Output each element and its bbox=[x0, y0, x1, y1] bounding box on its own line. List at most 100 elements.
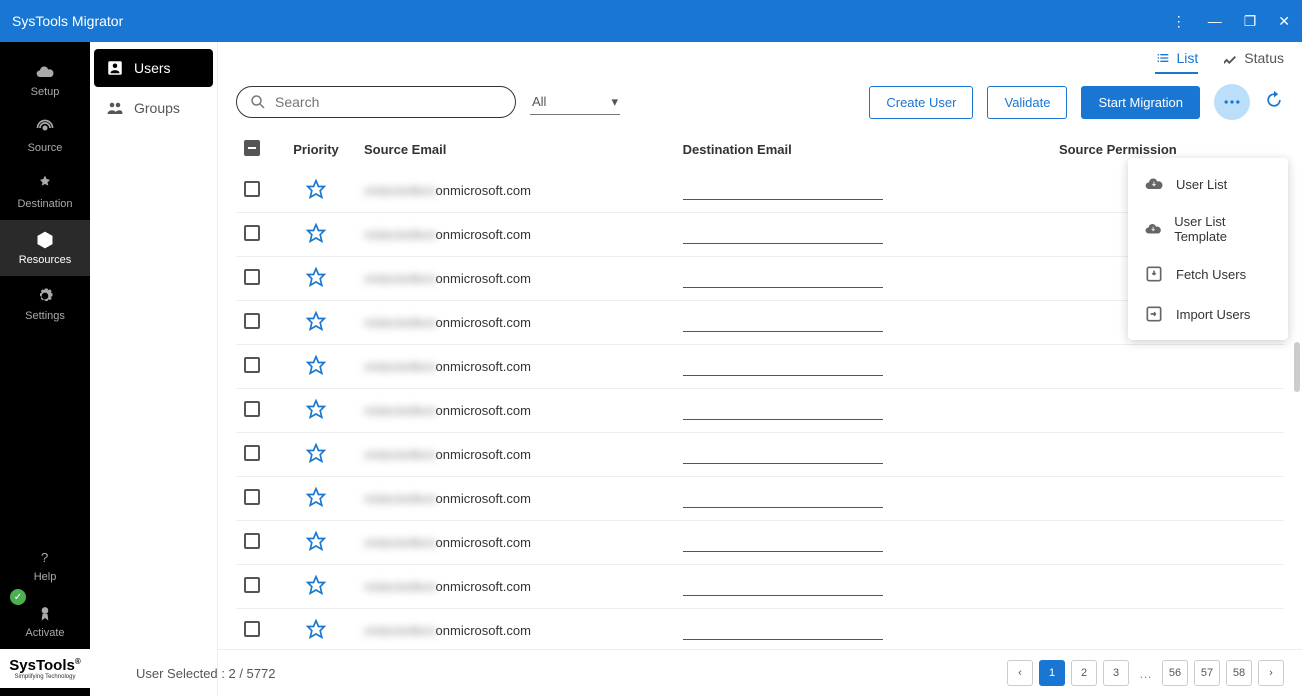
minimize-icon[interactable]: — bbox=[1208, 13, 1222, 29]
destination-input[interactable] bbox=[683, 534, 883, 552]
row-checkbox[interactable] bbox=[244, 225, 260, 241]
destination-input[interactable] bbox=[683, 402, 883, 420]
table-row: redactedtextonmicrosoft.com bbox=[236, 213, 1284, 257]
page-57[interactable]: 57 bbox=[1194, 660, 1220, 686]
sidebar-item-settings[interactable]: Settings bbox=[0, 276, 90, 332]
destination-input[interactable] bbox=[683, 490, 883, 508]
subtab-users[interactable]: Users bbox=[94, 49, 213, 87]
priority-star[interactable] bbox=[306, 407, 326, 422]
sidebar-item-resources[interactable]: Resources bbox=[0, 220, 90, 276]
page-prev[interactable]: ‹ bbox=[1007, 660, 1033, 686]
source-email-cell: redactedtextonmicrosoft.com bbox=[356, 301, 675, 345]
priority-star[interactable] bbox=[306, 451, 326, 466]
priority-star[interactable] bbox=[306, 231, 326, 246]
close-icon[interactable]: ✕ bbox=[1278, 13, 1290, 30]
source-email-cell: redactedtextonmicrosoft.com bbox=[356, 213, 675, 257]
priority-star[interactable] bbox=[306, 187, 326, 202]
source-permission-cell bbox=[1051, 433, 1284, 477]
destination-input[interactable] bbox=[683, 446, 883, 464]
menu-item-fetch-users[interactable]: Fetch Users bbox=[1128, 254, 1288, 294]
user-icon bbox=[106, 59, 124, 77]
row-checkbox[interactable] bbox=[244, 489, 260, 505]
row-checkbox[interactable] bbox=[244, 313, 260, 329]
page-58[interactable]: 58 bbox=[1226, 660, 1252, 686]
priority-star[interactable] bbox=[306, 495, 326, 510]
page-2[interactable]: 2 bbox=[1071, 660, 1097, 686]
search-icon bbox=[249, 93, 267, 111]
destination-input[interactable] bbox=[683, 270, 883, 288]
more-vert-icon[interactable]: ⋮ bbox=[1172, 13, 1186, 30]
row-checkbox[interactable] bbox=[244, 401, 260, 417]
maximize-icon[interactable]: ❐ bbox=[1244, 13, 1257, 30]
cloud-icon bbox=[35, 62, 55, 82]
tab-status[interactable]: Status bbox=[1222, 50, 1284, 74]
priority-star[interactable] bbox=[306, 275, 326, 290]
subtab-label: Groups bbox=[134, 100, 180, 116]
row-checkbox[interactable] bbox=[244, 621, 260, 637]
sidebar-item-help[interactable]: ? Help bbox=[0, 537, 90, 593]
destination-email-cell bbox=[675, 477, 1051, 521]
filter-select[interactable]: All ▾ bbox=[530, 90, 620, 115]
refresh-button[interactable] bbox=[1264, 90, 1284, 115]
subtab-groups[interactable]: Groups bbox=[94, 89, 213, 127]
search-input[interactable] bbox=[275, 94, 503, 110]
row-checkbox[interactable] bbox=[244, 181, 260, 197]
destination-input[interactable] bbox=[683, 578, 883, 596]
group-icon bbox=[106, 99, 124, 117]
destination-email-cell bbox=[675, 565, 1051, 609]
window-controls: ⋮ — ❐ ✕ bbox=[1172, 13, 1290, 30]
box-icon bbox=[35, 230, 55, 250]
row-checkbox[interactable] bbox=[244, 445, 260, 461]
sidebar-item-setup[interactable]: Setup bbox=[0, 52, 90, 108]
source-email-cell: redactedtextonmicrosoft.com bbox=[356, 169, 675, 213]
menu-item-user-list[interactable]: User List bbox=[1128, 164, 1288, 204]
priority-star[interactable] bbox=[306, 363, 326, 378]
row-checkbox[interactable] bbox=[244, 577, 260, 593]
destination-email-cell bbox=[675, 609, 1051, 653]
destination-input[interactable] bbox=[683, 358, 883, 376]
row-checkbox[interactable] bbox=[244, 533, 260, 549]
priority-star[interactable] bbox=[306, 539, 326, 554]
toolbar: All ▾ Create User Validate Start Migrati… bbox=[218, 74, 1302, 130]
row-checkbox[interactable] bbox=[244, 269, 260, 285]
sidebar-label: Destination bbox=[17, 198, 72, 210]
fetch-icon bbox=[1144, 264, 1164, 284]
sidebar-item-source[interactable]: Source bbox=[0, 108, 90, 164]
destination-email-cell bbox=[675, 345, 1051, 389]
menu-item-user-list-template[interactable]: User List Template bbox=[1128, 204, 1288, 254]
table-row: redactedtextonmicrosoft.com bbox=[236, 433, 1284, 477]
sidebar-item-activate[interactable]: ✓ Activate bbox=[0, 593, 90, 649]
page-1[interactable]: 1 bbox=[1039, 660, 1065, 686]
table-row: redactedtextonmicrosoft.com bbox=[236, 389, 1284, 433]
tab-list[interactable]: List bbox=[1155, 50, 1199, 74]
destination-input[interactable] bbox=[683, 314, 883, 332]
select-all-checkbox[interactable] bbox=[244, 140, 260, 156]
validate-button[interactable]: Validate bbox=[987, 86, 1067, 119]
priority-star[interactable] bbox=[306, 319, 326, 334]
start-migration-button[interactable]: Start Migration bbox=[1081, 86, 1200, 119]
selection-status: User Selected : 2 / 5772 bbox=[136, 666, 275, 681]
priority-star[interactable] bbox=[306, 583, 326, 598]
table-row: redactedtextonmicrosoft.com bbox=[236, 609, 1284, 653]
badge-icon bbox=[35, 603, 55, 623]
table-row: redactedtextonmicrosoft.com bbox=[236, 345, 1284, 389]
destination-input[interactable] bbox=[683, 182, 883, 200]
sidebar-main: Setup Source Destination Resources Setti… bbox=[0, 42, 90, 696]
page-next[interactable]: › bbox=[1258, 660, 1284, 686]
list-icon bbox=[1155, 50, 1171, 66]
priority-star[interactable] bbox=[306, 627, 326, 642]
more-actions-button[interactable] bbox=[1214, 84, 1250, 120]
svg-text:?: ? bbox=[41, 550, 48, 565]
scrollbar[interactable] bbox=[1294, 342, 1300, 392]
mode-tabs: List Status bbox=[218, 42, 1302, 74]
search-input-wrap[interactable] bbox=[236, 86, 516, 118]
row-checkbox[interactable] bbox=[244, 357, 260, 373]
sidebar-label: Activate bbox=[25, 627, 64, 639]
destination-input[interactable] bbox=[683, 622, 883, 640]
page-3[interactable]: 3 bbox=[1103, 660, 1129, 686]
menu-item-import-users[interactable]: Import Users bbox=[1128, 294, 1288, 334]
sidebar-item-destination[interactable]: Destination bbox=[0, 164, 90, 220]
destination-input[interactable] bbox=[683, 226, 883, 244]
create-user-button[interactable]: Create User bbox=[869, 86, 973, 119]
page-56[interactable]: 56 bbox=[1162, 660, 1188, 686]
